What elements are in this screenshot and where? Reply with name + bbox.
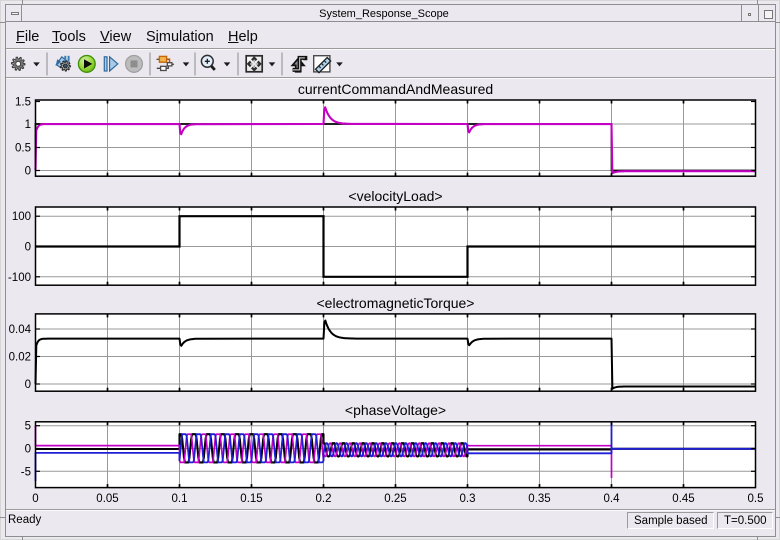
svg-text:0.2: 0.2	[316, 493, 332, 505]
svg-text:<electromagneticTorque>: <electromagneticTorque>	[317, 295, 475, 311]
svg-text:0.02: 0.02	[9, 352, 31, 364]
svg-text:0.15: 0.15	[240, 493, 262, 505]
svg-text:0.45: 0.45	[672, 493, 694, 505]
svg-text:0: 0	[32, 493, 38, 505]
svg-text:<velocityLoad>: <velocityLoad>	[348, 188, 442, 204]
svg-text:0.4: 0.4	[604, 493, 621, 505]
svg-text:0: 0	[25, 242, 31, 254]
svg-text:0.35: 0.35	[528, 493, 550, 505]
svg-text:0.25: 0.25	[384, 493, 406, 505]
svg-text:-5: -5	[21, 466, 31, 478]
svg-text:0.04: 0.04	[9, 324, 32, 336]
svg-text:0: 0	[25, 444, 31, 456]
svg-text:0.3: 0.3	[460, 493, 476, 505]
svg-text:100: 100	[12, 211, 31, 223]
svg-text:0.05: 0.05	[96, 493, 118, 505]
svg-text:-100: -100	[8, 272, 31, 284]
svg-text:1.5: 1.5	[15, 97, 31, 109]
svg-text:0.5: 0.5	[748, 493, 764, 505]
svg-text:0.1: 0.1	[172, 493, 188, 505]
svg-text:0: 0	[25, 166, 31, 178]
svg-text:0: 0	[25, 379, 31, 391]
svg-text:0.5: 0.5	[15, 143, 31, 155]
svg-text:<phaseVoltage>: <phaseVoltage>	[345, 402, 446, 418]
svg-text:currentCommandAndMeasured: currentCommandAndMeasured	[298, 81, 493, 97]
svg-text:5: 5	[25, 421, 31, 433]
svg-text:1: 1	[25, 119, 31, 131]
